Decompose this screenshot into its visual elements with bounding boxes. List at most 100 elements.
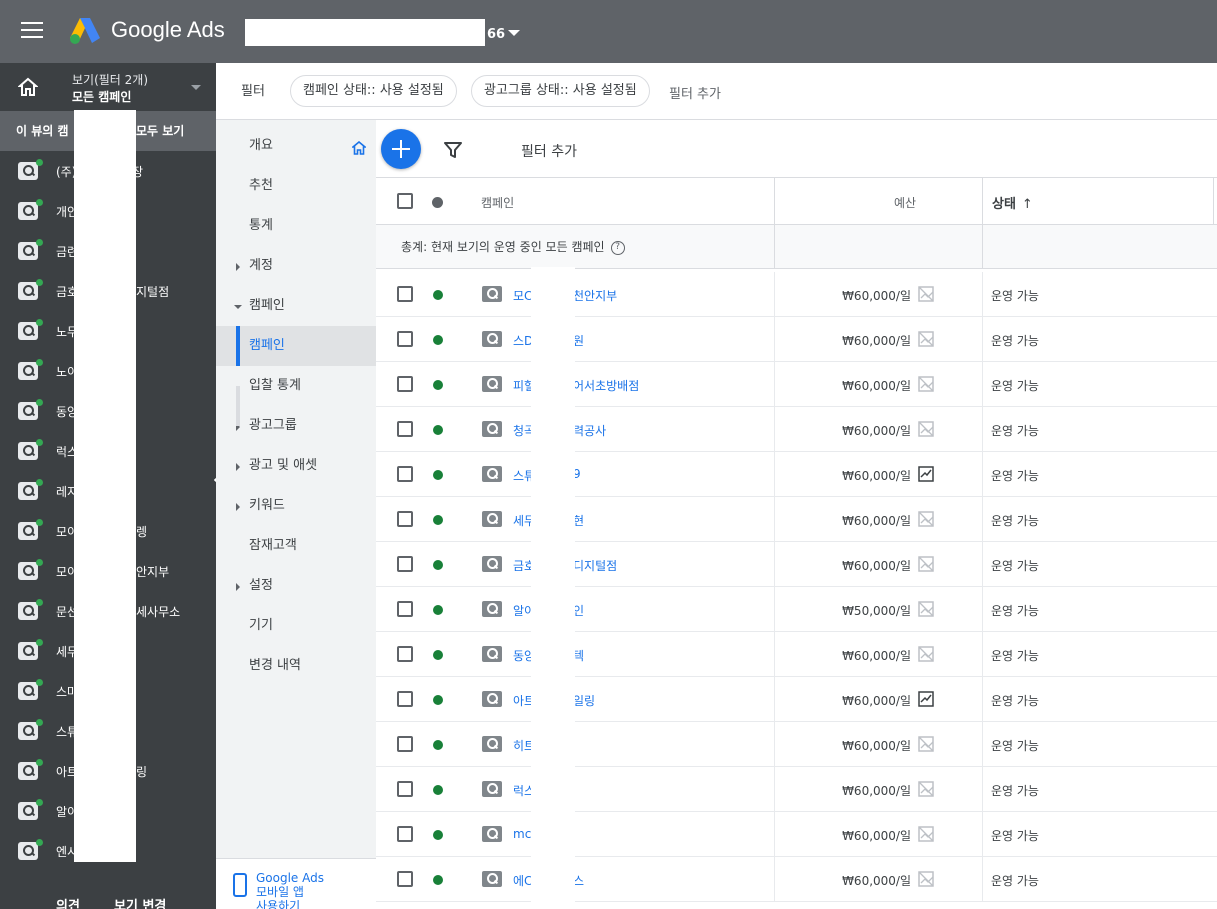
no-data-chart-icon[interactable] — [918, 601, 934, 617]
menu-item[interactable]: 광고 및 애셋 — [216, 446, 376, 486]
column-divider — [982, 452, 983, 497]
row-checkbox[interactable] — [397, 601, 413, 617]
column-divider — [982, 767, 983, 812]
budget-value[interactable]: ₩60,000/일 — [775, 692, 911, 709]
row-checkbox[interactable] — [397, 736, 413, 752]
status-enabled-dot — [433, 740, 443, 750]
budget-column-header[interactable]: 예산 — [894, 194, 916, 211]
campaign-name-link-end[interactable]: 천안지부 — [573, 287, 617, 304]
filter-chip-adgroup-status[interactable]: 광고그룹 상태:: 사용 설정됨 — [471, 75, 650, 107]
budget-value[interactable]: ₩60,000/일 — [775, 782, 911, 799]
campaign-name-link-end[interactable]: 일링 — [573, 692, 595, 709]
no-data-chart-icon[interactable] — [918, 511, 934, 527]
no-data-chart-icon[interactable] — [918, 286, 934, 302]
menu-item[interactable]: 캠페인 — [216, 326, 376, 366]
row-checkbox[interactable] — [397, 826, 413, 842]
campaign-navigation-panel: 보기(필터 2개) 모든 캠페인 이 뷰의 캠 모두 보기 (주)포장개인금련금… — [0, 63, 216, 909]
no-data-chart-icon[interactable] — [918, 556, 934, 572]
mobile-app-promo[interactable]: Google Ads 모바일 앱 사용하기 — [216, 858, 376, 909]
budget-value[interactable]: ₩60,000/일 — [775, 377, 911, 394]
search-campaign-icon — [18, 442, 38, 460]
account-name-redacted[interactable] — [245, 19, 485, 46]
row-checkbox[interactable] — [397, 376, 413, 392]
view-filter-count: 보기(필터 2개) — [72, 73, 149, 87]
chevron-down-icon[interactable] — [191, 85, 201, 90]
account-dropdown-icon[interactable] — [508, 30, 520, 36]
menu-icon[interactable] — [21, 22, 43, 40]
table-row: 모C 천안지부 ₩60,000/일 운영 가능 — [376, 272, 1217, 317]
menu-item[interactable]: 캠페인 — [216, 286, 376, 326]
row-checkbox[interactable] — [397, 421, 413, 437]
campaign-name-link-end[interactable]: 력공사 — [573, 422, 606, 439]
row-checkbox[interactable] — [397, 871, 413, 887]
filter-bar: 필터 캠페인 상태:: 사용 설정됨 광고그룹 상태:: 사용 설정됨 필터 추… — [216, 63, 1217, 120]
filter-chip-campaign-status[interactable]: 캠페인 상태:: 사용 설정됨 — [290, 75, 457, 107]
row-checkbox[interactable] — [397, 691, 413, 707]
add-filter-link[interactable]: 필터 추가 — [669, 83, 721, 102]
table-row: 히트 ₩60,000/일 운영 가능 — [376, 722, 1217, 767]
budget-value[interactable]: ₩60,000/일 — [775, 422, 911, 439]
campaign-name-link-end[interactable]: 어서초방배점 — [573, 377, 639, 394]
menu-item[interactable]: 통계 — [216, 206, 376, 246]
feedback-link[interactable]: 의견 — [56, 895, 80, 909]
campaign-name-link[interactable]: 모C — [513, 287, 532, 304]
budget-trend-icon[interactable] — [918, 691, 934, 707]
budget-value[interactable]: ₩60,000/일 — [775, 287, 911, 304]
help-icon[interactable]: ? — [610, 240, 625, 255]
no-data-chart-icon[interactable] — [918, 736, 934, 752]
add-filter-button[interactable]: 필터 추가 — [521, 141, 577, 161]
row-checkbox[interactable] — [397, 781, 413, 797]
budget-value[interactable]: ₩60,000/일 — [775, 467, 911, 484]
campaign-column-header[interactable]: 캠페인 — [481, 194, 514, 211]
row-checkbox[interactable] — [397, 646, 413, 662]
select-all-checkbox[interactable] — [397, 193, 413, 209]
view-selector[interactable]: 보기(필터 2개) 모든 캠페인 — [0, 63, 216, 111]
menu-item[interactable]: 설정 — [216, 566, 376, 606]
budget-value[interactable]: ₩60,000/일 — [775, 332, 911, 349]
search-campaign-icon — [18, 722, 38, 740]
no-data-chart-icon[interactable] — [918, 331, 934, 347]
budget-value[interactable]: ₩60,000/일 — [775, 737, 911, 754]
no-data-chart-icon[interactable] — [918, 826, 934, 842]
menu-item[interactable]: 기기 — [216, 606, 376, 646]
menu-item[interactable]: 추천 — [216, 166, 376, 206]
menu-item[interactable]: 잠재고객 — [216, 526, 376, 566]
menu-item[interactable]: 변경 내역 — [216, 646, 376, 686]
no-data-chart-icon[interactable] — [918, 421, 934, 437]
menu-item[interactable]: 계정 — [216, 246, 376, 286]
row-checkbox[interactable] — [397, 331, 413, 347]
budget-value[interactable]: ₩60,000/일 — [775, 512, 911, 529]
search-campaign-icon — [482, 511, 502, 527]
row-checkbox[interactable] — [397, 511, 413, 527]
table-row: 스D 원 ₩60,000/일 운영 가능 — [376, 317, 1217, 362]
google-ads-logo — [70, 18, 100, 44]
status-value: 운영 가능 — [991, 604, 1039, 618]
row-checkbox[interactable] — [397, 286, 413, 302]
budget-trend-icon[interactable] — [918, 466, 934, 482]
budget-value[interactable]: ₩60,000/일 — [775, 557, 911, 574]
menu-item[interactable]: 키워드 — [216, 486, 376, 526]
campaign-name-link[interactable]: mc — [513, 827, 531, 841]
add-campaign-button[interactable] — [381, 129, 421, 169]
change-view-link[interactable]: 보기 변경 — [114, 895, 166, 909]
status-column-icon[interactable] — [432, 197, 443, 208]
campaign-name-link-end[interactable]: 디지털점 — [573, 557, 617, 574]
row-checkbox[interactable] — [397, 556, 413, 572]
menu-item[interactable]: 입찰 통계 — [216, 366, 376, 406]
no-data-chart-icon[interactable] — [918, 646, 934, 662]
no-data-chart-icon[interactable] — [918, 781, 934, 797]
no-data-chart-icon[interactable] — [918, 376, 934, 392]
budget-value[interactable]: ₩60,000/일 — [775, 647, 911, 664]
search-campaign-icon — [482, 466, 502, 482]
budget-value[interactable]: ₩50,000/일 — [775, 602, 911, 619]
row-checkbox[interactable] — [397, 466, 413, 482]
budget-value[interactable]: ₩60,000/일 — [775, 827, 911, 844]
campaign-name-link[interactable]: 에C — [513, 872, 532, 889]
menu-item-label: 기기 — [249, 618, 273, 633]
budget-value[interactable]: ₩60,000/일 — [775, 872, 911, 889]
no-data-chart-icon[interactable] — [918, 871, 934, 887]
menu-item[interactable]: 광고그룹 — [216, 406, 376, 446]
filter-icon[interactable] — [444, 141, 462, 159]
status-column-header[interactable]: 상태 ↑ — [992, 193, 1033, 212]
search-campaign-icon — [18, 282, 38, 300]
